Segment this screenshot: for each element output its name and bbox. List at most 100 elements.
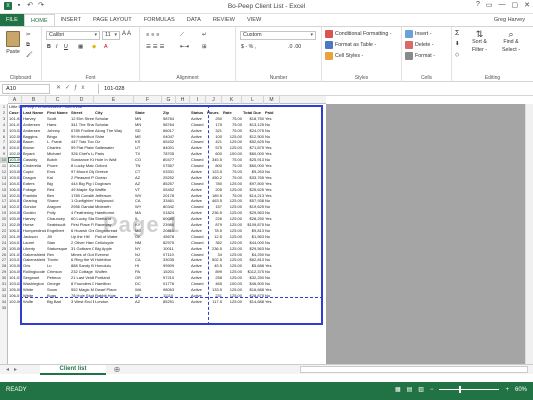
decimal-icon[interactable]: .0 .00 bbox=[288, 44, 301, 50]
autosum-icon[interactable]: Σ bbox=[455, 30, 459, 37]
font-group: Calibri 11 A A B I U ▦ ◆ A Font bbox=[42, 27, 140, 82]
font-size-select[interactable]: 11 bbox=[102, 31, 120, 40]
help-button[interactable]: ? bbox=[476, 1, 480, 9]
paste-button[interactable]: Paste bbox=[6, 31, 20, 55]
maximize-button[interactable]: ▢ bbox=[512, 1, 519, 9]
insert-button[interactable]: Insert - bbox=[405, 30, 431, 38]
zoom-in-icon[interactable]: + bbox=[505, 387, 509, 393]
column-header-g[interactable]: G bbox=[162, 96, 176, 104]
merge-center-icon[interactable]: ⊞ bbox=[202, 44, 206, 50]
column-header-j[interactable]: J bbox=[206, 96, 222, 104]
horizontal-align-icon[interactable]: ☰☰☰ bbox=[146, 44, 166, 50]
number-format-select[interactable]: Custom bbox=[240, 31, 316, 40]
cells-group: Insert - Delete - Format - Cells bbox=[402, 27, 452, 82]
zoom-slider[interactable] bbox=[439, 386, 500, 393]
column-header-d[interactable]: D bbox=[70, 96, 94, 104]
new-sheet-icon[interactable]: ⊕ bbox=[112, 365, 122, 375]
horizontal-scrollbar[interactable] bbox=[300, 366, 528, 373]
wrap-text-icon[interactable]: ↵ bbox=[202, 32, 206, 38]
column-header-b[interactable]: B bbox=[22, 96, 46, 104]
vertical-scrollbar[interactable] bbox=[525, 104, 533, 364]
tab-data[interactable]: DATA bbox=[181, 14, 207, 26]
status-ready: READY bbox=[6, 387, 27, 393]
horizontal-page-break[interactable] bbox=[20, 297, 323, 298]
column-header-m[interactable]: M bbox=[264, 96, 280, 104]
font-name-select[interactable]: Calibri bbox=[46, 31, 100, 40]
styles-label: Styles bbox=[354, 75, 369, 81]
column-header-f[interactable]: F bbox=[134, 96, 162, 104]
italic-button[interactable]: I bbox=[56, 44, 57, 50]
format-as-table-label: Format as Table - bbox=[335, 42, 377, 48]
fill-icon[interactable]: ⬇ bbox=[455, 41, 459, 47]
name-box[interactable]: A10 bbox=[2, 84, 50, 94]
formula-input[interactable]: 101-028 bbox=[98, 84, 529, 94]
tab-page-layout[interactable]: PAGE LAYOUT bbox=[87, 14, 138, 26]
format-table-icon bbox=[325, 41, 333, 49]
cell-styles-label: Cell Styles - bbox=[335, 53, 364, 59]
user-name[interactable]: Greg Harvey bbox=[494, 15, 525, 25]
paste-icon bbox=[6, 31, 20, 47]
underline-button[interactable]: U bbox=[64, 44, 68, 50]
sheet-nav-arrows-icon[interactable]: ◂▸ bbox=[6, 366, 22, 373]
editing-group: Σ ⬇ ◇ ⇅ Sort & Filter - ⌕ Find & Select … bbox=[452, 27, 533, 82]
editing-label: Editing bbox=[484, 75, 501, 81]
insert-label: Insert - bbox=[415, 31, 432, 37]
tab-review[interactable]: REVIEW bbox=[207, 14, 241, 26]
minimize-button[interactable]: — bbox=[499, 1, 506, 9]
page-layout-view-icon[interactable]: ▤ bbox=[407, 386, 413, 393]
find-label: Find & bbox=[503, 39, 519, 45]
zoom-out-icon[interactable]: − bbox=[430, 387, 434, 393]
cell-styles-button[interactable]: Cell Styles - bbox=[325, 52, 363, 60]
copy-icon[interactable]: ⧉ bbox=[26, 42, 30, 49]
vertical-page-break[interactable] bbox=[208, 105, 209, 325]
cut-icon[interactable]: ✂ bbox=[26, 32, 30, 38]
clipboard-label: Clipboard bbox=[9, 75, 32, 81]
format-as-table-button[interactable]: Format as Table - bbox=[325, 41, 376, 49]
fill-color-icon[interactable]: ◆ bbox=[92, 44, 96, 50]
ribbon-tabs: FILE HOME INSERT PAGE LAYOUT FORMULAS DA… bbox=[0, 14, 533, 26]
row-header[interactable]: 35 bbox=[0, 305, 8, 311]
zoom-level[interactable]: 60% bbox=[515, 387, 527, 393]
zoom-slider-thumb[interactable] bbox=[459, 386, 462, 393]
tab-home[interactable]: HOME bbox=[23, 14, 55, 26]
vertical-align-icon[interactable]: ≡≡≡ bbox=[146, 32, 161, 38]
format-painter-icon[interactable]: 🖌 bbox=[26, 52, 33, 58]
tab-view[interactable]: VIEW bbox=[241, 14, 267, 26]
orientation-icon[interactable]: ⟋ bbox=[180, 32, 184, 39]
format-button[interactable]: Format - bbox=[405, 52, 435, 60]
sort-label: Sort & bbox=[472, 39, 487, 45]
conditional-formatting-button[interactable]: Conditional Formatting - bbox=[325, 30, 392, 38]
ribbon-display-button[interactable]: ▭ bbox=[486, 1, 493, 9]
ribbon: Paste ✂ ⧉ 🖌 Clipboard Calibri 11 A A B I… bbox=[0, 26, 533, 82]
font-color-icon[interactable]: A bbox=[104, 44, 108, 50]
column-header-i[interactable]: I bbox=[190, 96, 206, 104]
find-select-button[interactable]: ⌕ Find & Select - bbox=[502, 30, 520, 54]
grow-font-icon[interactable]: A A bbox=[122, 31, 131, 37]
normal-view-icon[interactable]: ▦ bbox=[395, 386, 401, 393]
column-header-a[interactable]: A bbox=[8, 96, 22, 104]
tab-insert[interactable]: INSERT bbox=[55, 14, 87, 26]
column-header-e[interactable]: E bbox=[94, 96, 134, 104]
tab-formulas[interactable]: FORMULAS bbox=[138, 14, 181, 26]
column-header-k[interactable]: K bbox=[222, 96, 242, 104]
column-header-l[interactable]: L bbox=[242, 96, 264, 104]
sort-filter-button[interactable]: ⇅ Sort & Filter - bbox=[472, 30, 487, 54]
borders-icon[interactable]: ▦ bbox=[78, 44, 83, 50]
column-header-c[interactable]: C bbox=[46, 96, 70, 104]
page-break-preview[interactable]: Little Bo-Peep Pet Detectives - Client L… bbox=[8, 104, 326, 364]
alignment-label: Alignment bbox=[176, 75, 199, 81]
clear-icon[interactable]: ◇ bbox=[455, 52, 459, 58]
accounting-format-icon[interactable]: $ - % , bbox=[241, 44, 256, 50]
column-header-h[interactable]: H bbox=[176, 96, 190, 104]
page-break-view-icon[interactable]: ▥ bbox=[418, 386, 424, 393]
status-bar: READY ▦ ▤ ▥ − + 60% bbox=[0, 382, 533, 400]
delete-button[interactable]: Delete - bbox=[405, 41, 434, 49]
close-button[interactable]: ✕ bbox=[524, 1, 530, 9]
bold-button[interactable]: B bbox=[47, 44, 51, 50]
indent-icon[interactable]: ⇤⇥ bbox=[180, 44, 189, 50]
tab-file[interactable]: FILE bbox=[0, 14, 24, 26]
sheet-tab-client-list[interactable]: Client list bbox=[40, 365, 106, 375]
styles-group: Conditional Formatting - Format as Table… bbox=[322, 27, 402, 82]
formula-bar-icons[interactable]: ✕✓ƒx bbox=[56, 84, 88, 91]
print-area-border bbox=[20, 105, 323, 325]
